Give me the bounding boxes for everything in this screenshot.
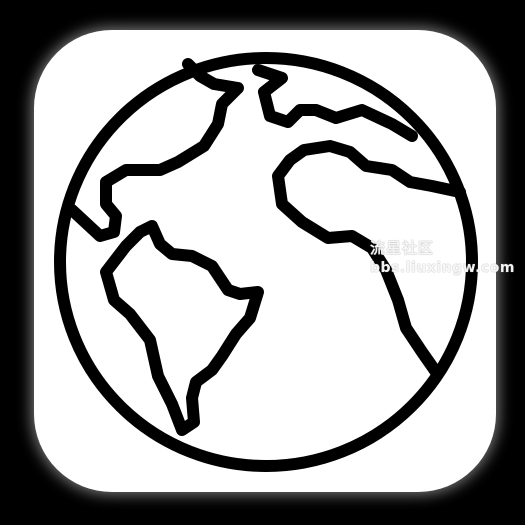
- watermark-line-2: bbs.liuxingw.com: [370, 260, 515, 276]
- continent-south-america: [100, 220, 264, 436]
- icon-stage: 流星社区 bbs.liuxingw.com: [0, 0, 525, 525]
- watermark: 流星社区 bbs.liuxingw.com: [370, 238, 515, 279]
- watermark-line-1: 流星社区: [370, 239, 435, 257]
